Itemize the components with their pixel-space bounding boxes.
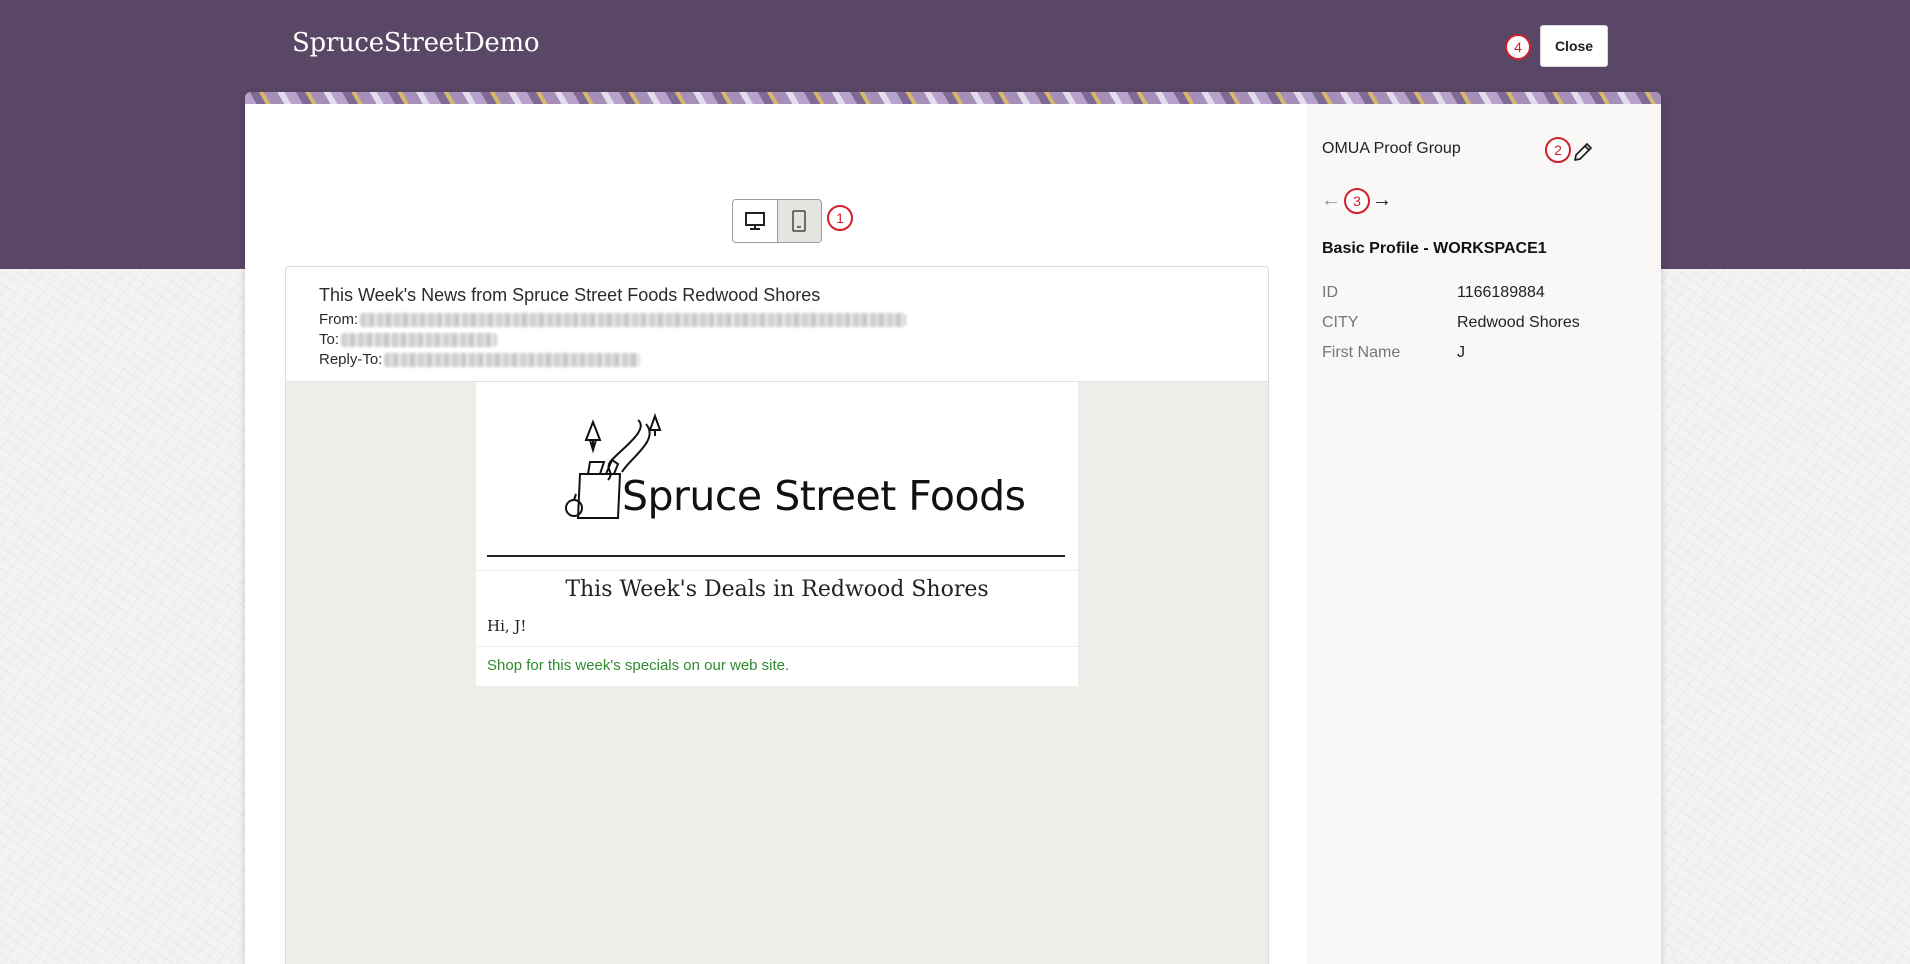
to-address-redacted — [341, 333, 498, 347]
attribute-label: ID — [1322, 284, 1338, 301]
attribute-label: CITY — [1322, 314, 1359, 331]
deals-heading: This Week's Deals in Redwood Shores — [565, 577, 989, 602]
email-preview: This Week's News from Spruce Street Food… — [285, 266, 1269, 964]
shop-specials-link[interactable]: Shop for this week's specials on our web… — [487, 657, 789, 674]
section-divider — [476, 646, 1078, 647]
decorative-stripe — [245, 92, 1661, 104]
attribute-value: 1166189884 — [1457, 284, 1545, 301]
profile-attribute-row: ID 1166189884 — [1322, 284, 1545, 302]
email-subject: This Week's News from Spruce Street Food… — [319, 285, 821, 305]
next-recipient-arrow-icon[interactable]: → — [1372, 189, 1392, 212]
mobile-view-button[interactable] — [776, 200, 821, 242]
logo-divider — [487, 555, 1065, 557]
edit-icon[interactable] — [1571, 140, 1595, 164]
proof-group-name: OMUA Proof Group — [1322, 140, 1461, 157]
attribute-value: Redwood Shores — [1457, 314, 1580, 331]
desktop-icon — [744, 212, 765, 230]
previous-recipient-arrow-icon[interactable]: ← — [1321, 189, 1341, 212]
attribute-label: First Name — [1322, 344, 1401, 361]
desktop-view-button[interactable] — [733, 200, 777, 242]
device-toggle — [732, 199, 822, 243]
profile-attribute-row: CITY Redwood Shores — [1322, 314, 1580, 332]
annotation-marker-2: 2 — [1545, 137, 1571, 163]
app-title: SpruceStreetDemo — [292, 28, 540, 58]
attribute-value: J — [1457, 344, 1465, 361]
preview-pane: 1 This Week's News from Spruce Street Fo… — [245, 104, 1307, 964]
brand-logo: Spruce Street Foods — [476, 382, 1078, 570]
profile-sidebar: OMUA Proof Group 2 ← 3 → Basic Profile -… — [1307, 104, 1661, 964]
profile-attribute-row: First Name J — [1322, 344, 1465, 362]
annotation-marker-3: 3 — [1344, 188, 1370, 214]
close-button[interactable]: Close — [1540, 25, 1608, 67]
annotation-marker-4: 4 — [1505, 34, 1531, 60]
greeting-text: Hi, J! — [487, 617, 527, 635]
annotation-marker-1: 1 — [827, 205, 853, 231]
profile-title: Basic Profile - WORKSPACE1 — [1322, 240, 1547, 257]
email-header: This Week's News from Spruce Street Food… — [286, 267, 1268, 382]
reply-to-address-redacted — [384, 353, 641, 367]
from-address-redacted — [360, 313, 907, 327]
email-body: Spruce Street Foods This Week's Deals in… — [476, 382, 1078, 686]
reply-to-label: Reply-To: — [319, 351, 383, 368]
mobile-icon — [792, 210, 806, 232]
preview-panel: 1 This Week's News from Spruce Street Fo… — [245, 92, 1661, 964]
to-label: To: — [319, 331, 340, 348]
logo-text: Spruce Street Foods — [622, 472, 1026, 520]
section-divider — [476, 570, 1078, 571]
from-label: From: — [319, 311, 359, 328]
